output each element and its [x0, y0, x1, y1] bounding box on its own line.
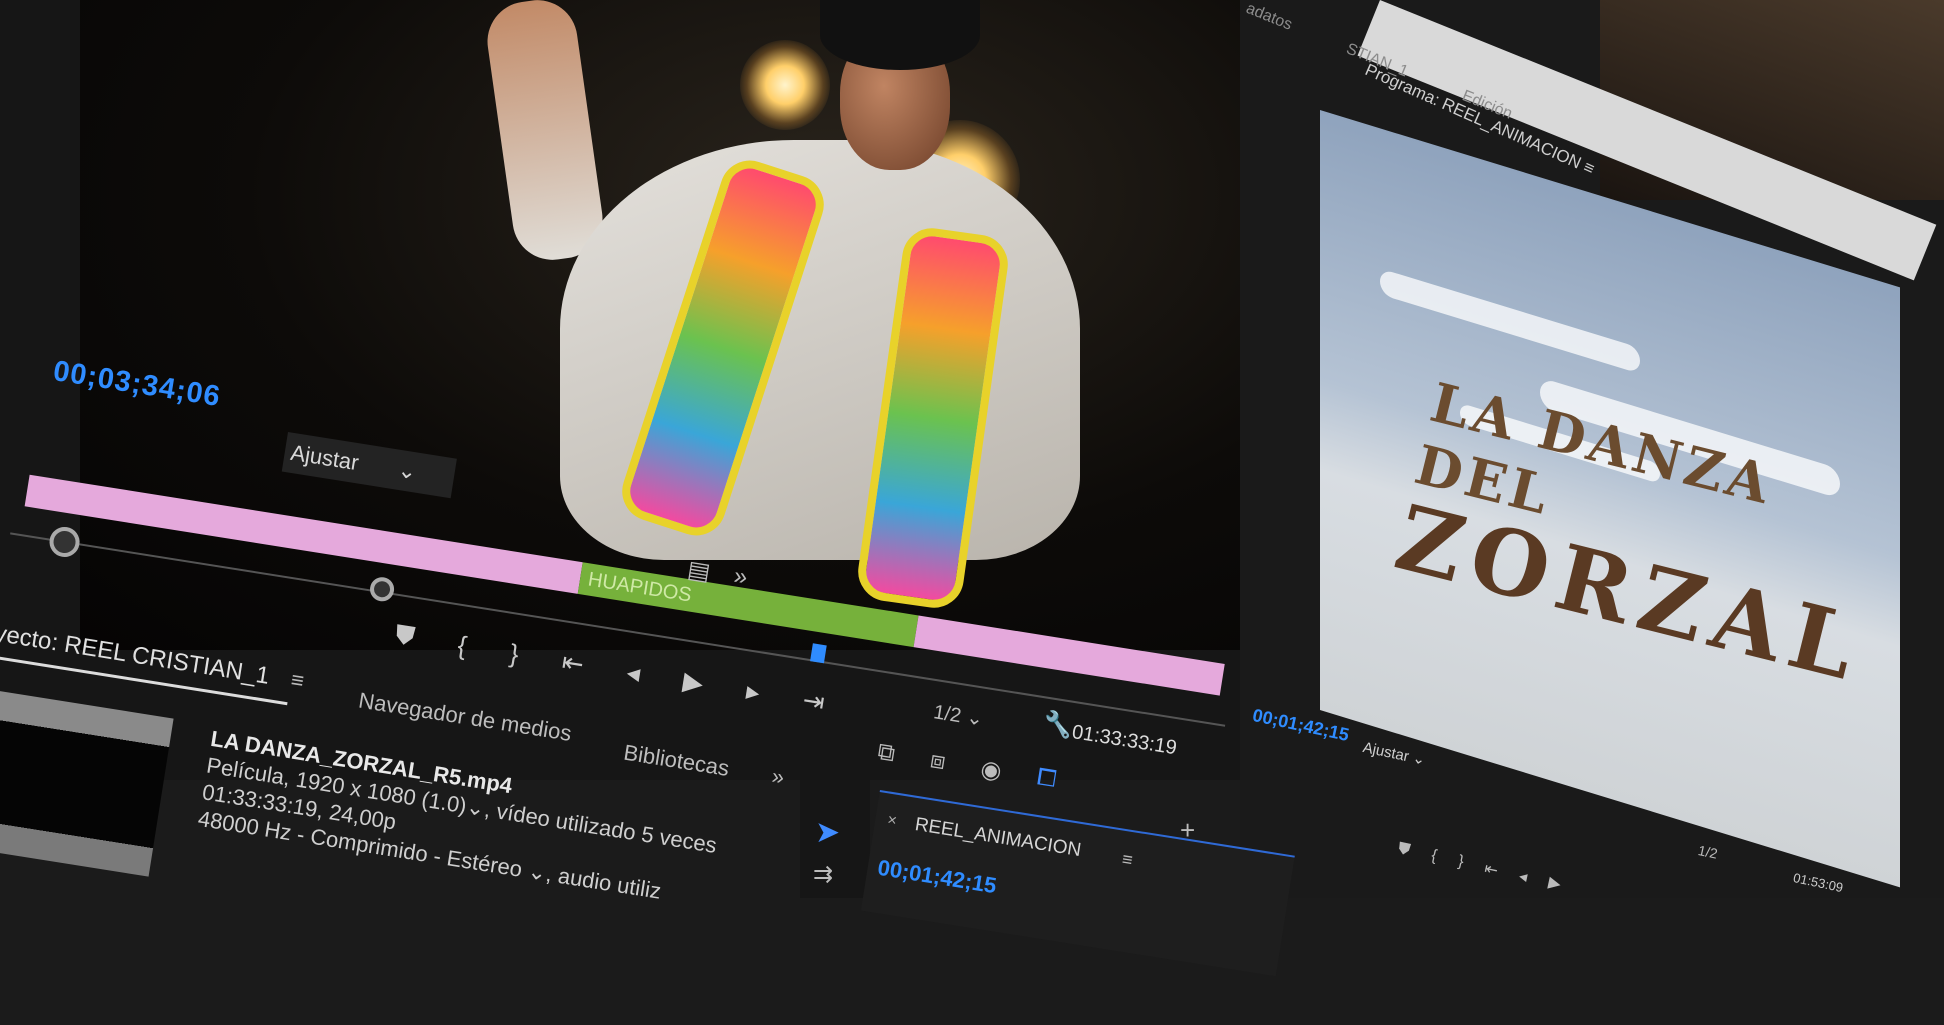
mark-out-icon[interactable]: } [1456, 853, 1465, 874]
mark-in-icon[interactable]: { [1429, 847, 1439, 868]
dancer-arm [482, 0, 608, 265]
playhead[interactable] [810, 643, 827, 664]
track-select-tool-icon[interactable]: ⇉ [813, 860, 833, 889]
chevron-down-icon: ⌄ [396, 456, 419, 485]
mark-out-icon[interactable]: } [508, 637, 521, 669]
step-forward-icon[interactable]: ▸ [744, 675, 762, 708]
zoom-handle-right[interactable] [368, 575, 396, 603]
overwrite-icon[interactable]: ⧈ [928, 746, 947, 777]
go-to-out-icon[interactable]: ⇥ [801, 684, 827, 718]
settings-icon[interactable]: ▤ [685, 555, 713, 587]
cloud [1380, 268, 1640, 374]
marker-icon[interactable]: ⛊ [1396, 840, 1411, 862]
menu-icon[interactable]: ≡ [289, 667, 306, 695]
sequence-timecode[interactable]: 00;01;42;15 [876, 855, 998, 899]
selection-tool-icon[interactable]: ➤ [815, 815, 840, 850]
menu-icon[interactable]: ≡ [1121, 849, 1135, 871]
zoom-handle-left[interactable] [47, 524, 82, 560]
clip-thumbnail[interactable] [0, 688, 174, 877]
libraries-tab[interactable]: Bibliotecas [622, 740, 731, 782]
export-frame-icon[interactable]: ◉ [979, 754, 1004, 786]
step-back-icon[interactable]: ◂ [625, 656, 643, 689]
play-icon[interactable]: ▶ [681, 665, 705, 699]
more-tabs-icon[interactable]: » [770, 763, 786, 791]
step-back-icon[interactable]: ◂ [1517, 866, 1529, 887]
sequence-tab[interactable]: REEL_ANIMACION [913, 814, 1082, 862]
marker-icon[interactable]: ⛊ [393, 619, 417, 654]
go-to-in-icon[interactable]: ⇤ [1483, 858, 1500, 880]
media-browser-tab[interactable]: Navegador de medios [357, 688, 574, 747]
fit-label: Ajustar [288, 439, 361, 476]
dancer-hat [820, 0, 980, 70]
close-icon[interactable]: × [886, 812, 898, 831]
go-to-in-icon[interactable]: ⇤ [560, 646, 586, 680]
add-icon[interactable]: + [1180, 815, 1195, 846]
mark-in-icon[interactable]: { [456, 629, 469, 661]
insert-icon[interactable]: ⧉ [875, 738, 897, 769]
stage-light [740, 40, 830, 130]
